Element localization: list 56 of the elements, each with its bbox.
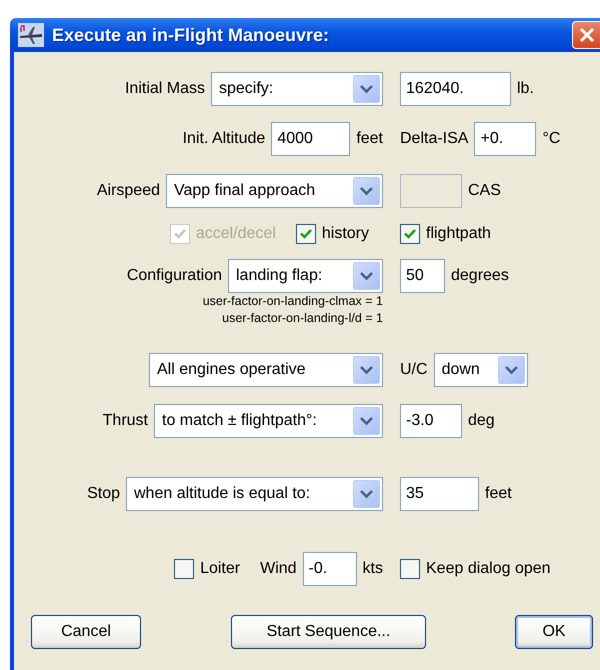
field-label: feet: [485, 485, 512, 503]
dropdown[interactable]: Vapp final approach: [166, 174, 383, 208]
input-field[interactable]: -0.: [302, 552, 357, 586]
default-button[interactable]: OK: [515, 615, 593, 649]
input-field[interactable]: 35: [400, 477, 479, 511]
window-title: Execute an in-Flight Manoeuvre:: [52, 24, 330, 46]
input-field[interactable]: +0.: [474, 122, 536, 156]
field-label: lb.: [517, 80, 534, 98]
dialog-button[interactable]: Cancel: [31, 615, 141, 649]
input-field[interactable]: -3.0: [400, 404, 462, 438]
checkbox[interactable]: Keep dialog open: [400, 559, 551, 579]
dialog-button[interactable]: Start Sequence...: [231, 615, 426, 649]
chevron-icon[interactable]: [353, 480, 380, 508]
checkbox[interactable]: history: [296, 224, 369, 244]
field-label: CAS: [468, 182, 501, 200]
airplane-icon: [18, 23, 44, 47]
input-field[interactable]: 4000: [271, 122, 350, 156]
field-label: Stop: [87, 485, 120, 503]
dropdown[interactable]: to match ± flightpath°:: [154, 404, 383, 438]
field-label: degrees: [451, 267, 509, 285]
dropdown[interactable]: All engines operative: [149, 353, 383, 387]
note-text: user-factor-on-landing-l/d = 1: [222, 310, 383, 327]
checkbox-icon: [400, 559, 420, 579]
dropdown[interactable]: when altitude is equal to:: [126, 477, 383, 511]
close-icon: [578, 27, 594, 43]
chevron-icon[interactable]: [353, 407, 380, 435]
chevron-icon[interactable]: [353, 262, 380, 290]
chevron-icon[interactable]: [353, 75, 380, 103]
input-field[interactable]: 162040.: [400, 72, 511, 106]
chevron-icon[interactable]: [353, 177, 380, 205]
field-label: kts: [362, 560, 383, 578]
field-label: Airspeed: [96, 182, 160, 200]
note-text: user-factor-on-landing-clmax = 1: [202, 293, 383, 310]
field-label: U/C: [400, 361, 428, 379]
field-label: Delta-ISA: [400, 130, 468, 148]
checkbox-icon: [296, 224, 316, 244]
dropdown[interactable]: landing flap:: [228, 259, 383, 293]
chevron-icon[interactable]: [353, 356, 380, 384]
close-button[interactable]: [572, 21, 600, 49]
checkbox[interactable]: Loiter: [174, 559, 240, 579]
field-label: Wind: [260, 560, 297, 578]
dropdown[interactable]: specify:: [211, 72, 383, 106]
input-field[interactable]: 50: [400, 259, 445, 293]
checkbox[interactable]: flightpath: [400, 224, 491, 244]
field-label: Configuration: [126, 267, 222, 285]
field-label: Thrust: [102, 412, 148, 430]
field-label: Initial Mass: [124, 80, 205, 98]
chevron-icon[interactable]: [498, 356, 525, 384]
field-label: deg: [468, 412, 495, 430]
checkbox-icon: [400, 224, 420, 244]
field-label: Init. Altitude: [182, 130, 266, 148]
field-label: °C: [542, 130, 560, 148]
field-label: feet: [356, 130, 383, 148]
dropdown[interactable]: down: [434, 353, 528, 387]
checkbox-icon: [174, 559, 194, 579]
checkbox-icon: [170, 224, 190, 244]
